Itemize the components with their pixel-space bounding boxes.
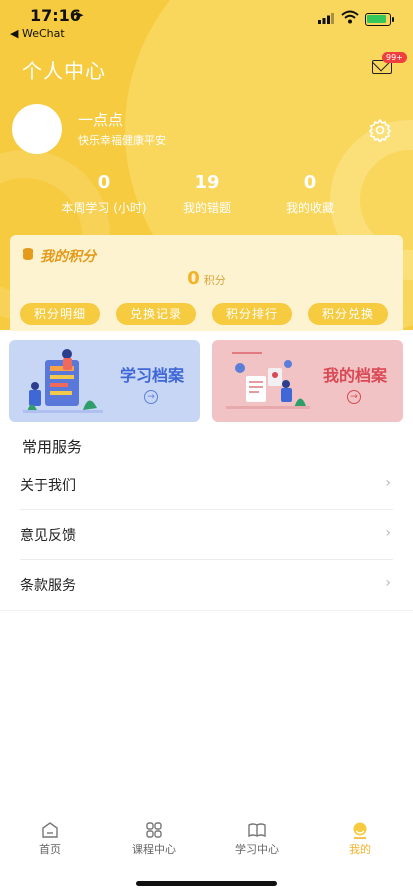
page-title: 个人中心 — [22, 59, 106, 83]
chevron-right-icon: › — [385, 575, 391, 591]
service-label: 关于我们 — [20, 478, 76, 494]
points-exchange-button[interactable]: 积分兑换 — [308, 303, 388, 325]
points-unit: 积分 — [203, 274, 226, 287]
service-row-terms[interactable]: 条款服务 › — [20, 560, 393, 610]
my-archive-title: 我的档案 — [322, 366, 387, 385]
service-label: 条款服务 — [20, 578, 76, 594]
stat-favorites[interactable]: 0 我的收藏 — [250, 172, 370, 216]
study-illustration — [23, 349, 103, 413]
points-value: 0 — [187, 268, 200, 289]
my-archive-card[interactable]: 我的档案 → — [212, 340, 403, 422]
wifi-icon — [341, 10, 359, 24]
user-motto: 快乐幸福健康平安 — [78, 134, 166, 147]
location-icon: ➤ — [74, 8, 85, 22]
stat-label: 我的错题 — [182, 201, 231, 215]
tab-label: 我的 — [349, 843, 371, 856]
tab-label: 课程中心 — [132, 843, 176, 856]
grid-icon — [146, 822, 162, 838]
stat-wrong-questions[interactable]: 19 我的错题 — [147, 172, 267, 216]
stat-value: 19 — [194, 172, 220, 193]
tab-home[interactable]: 首页 — [10, 820, 90, 857]
avatar[interactable] — [12, 104, 62, 154]
tab-label: 学习中心 — [235, 843, 279, 856]
profile-icon — [353, 822, 367, 839]
stat-label: 我的收藏 — [285, 201, 334, 215]
home-icon — [42, 822, 58, 838]
coins-icon — [23, 248, 33, 260]
stat-value: 0 — [97, 172, 111, 193]
tab-mine[interactable]: 我的 — [320, 820, 400, 857]
service-row-about[interactable]: 关于我们 › — [20, 460, 393, 510]
services-title: 常用服务 — [22, 438, 83, 456]
arrow-right-icon: → — [347, 390, 361, 404]
study-archive-card[interactable]: 学习档案 → — [9, 340, 200, 422]
stat-study-hours[interactable]: 0 本周学习 (小时) — [44, 172, 164, 216]
points-card: 我的积分 0 积分 积分明细 兑换记录 积分排行 积分兑换 — [10, 235, 403, 331]
points-detail-button[interactable]: 积分明细 — [20, 303, 100, 325]
book-icon — [248, 823, 266, 838]
user-name: 一点点 — [78, 111, 124, 129]
exchange-record-button[interactable]: 兑换记录 — [116, 303, 196, 325]
arrow-right-icon: → — [144, 390, 158, 404]
divider — [0, 610, 413, 611]
points-ranking-button[interactable]: 积分排行 — [212, 303, 292, 325]
cellular-signal-icon — [318, 13, 334, 24]
tab-course-center[interactable]: 课程中心 — [114, 820, 194, 857]
battery-icon — [365, 13, 394, 26]
chevron-right-icon: › — [385, 475, 391, 491]
back-app-label: WeChat — [21, 27, 65, 40]
service-label: 意见反馈 — [20, 528, 76, 544]
points-title: 我的积分 — [40, 249, 96, 265]
gear-icon[interactable] — [368, 118, 392, 142]
mail-badge: 99+ — [382, 52, 407, 63]
stat-label: 本周学习 (小时) — [61, 201, 147, 215]
points-balance: 0 积分 — [10, 268, 403, 289]
back-to-wechat-link[interactable]: ◀ WeChat — [10, 27, 65, 40]
status-bar: 17:16 ➤ ◀ WeChat — [0, 0, 413, 40]
service-row-feedback[interactable]: 意见反馈 › — [20, 510, 393, 560]
archive-illustration — [226, 352, 310, 409]
home-indicator — [136, 881, 277, 886]
stat-value: 0 — [303, 172, 317, 193]
study-archive-title: 学习档案 — [119, 366, 184, 385]
chevron-right-icon: › — [385, 525, 391, 541]
tab-study-center[interactable]: 学习中心 — [217, 820, 297, 857]
tab-label: 首页 — [39, 843, 61, 856]
